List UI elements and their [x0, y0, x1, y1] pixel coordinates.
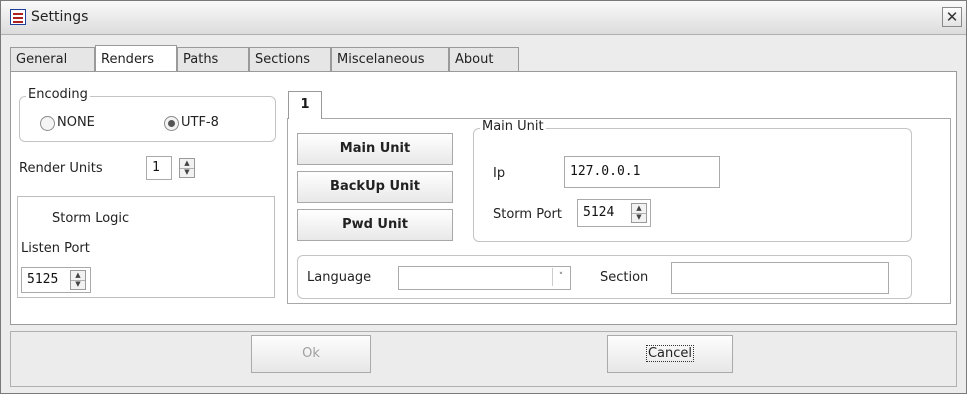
render-units-label: Render Units	[19, 161, 103, 176]
ip-label: Ip	[493, 166, 506, 181]
tab-sections[interactable]: Sections	[249, 47, 331, 71]
tab-general[interactable]: General	[10, 47, 95, 71]
encoding-none-radio[interactable]	[40, 116, 55, 131]
close-icon: ✕	[945, 8, 959, 26]
button-bar: Ok Cancel	[10, 331, 957, 387]
ok-button[interactable]: Ok	[251, 335, 371, 373]
storm-logic-group: Storm Logic Listen Port 5125 ▲ ▼	[17, 196, 275, 298]
storm-port-stepper[interactable]: ▲ ▼	[631, 203, 647, 223]
cancel-button[interactable]: Cancel	[607, 335, 733, 373]
main-unit-legend: Main Unit	[480, 119, 546, 134]
storm-port-label: Storm Port	[493, 207, 562, 222]
encoding-utf8-radio[interactable]	[164, 116, 179, 131]
renders-panel: Encoding NONE UTF-8 Render Units 1 ▲ ▼ S…	[10, 71, 957, 325]
chevron-down-icon[interactable]: ˅	[552, 268, 569, 286]
listen-port-label: Listen Port	[21, 241, 90, 256]
language-select[interactable]: ˅	[398, 266, 571, 290]
unit-tab-1[interactable]: 1	[288, 91, 322, 119]
main-unit-button[interactable]: Main Unit	[297, 133, 453, 165]
close-button[interactable]: ✕	[942, 7, 962, 27]
cancel-label: Cancel	[645, 345, 695, 362]
encoding-group: Encoding NONE UTF-8	[19, 87, 276, 142]
section-input[interactable]	[671, 262, 889, 294]
pwd-unit-button[interactable]: Pwd Unit	[297, 209, 453, 241]
tab-renders[interactable]: Renders	[95, 45, 177, 72]
encoding-none-label: NONE	[57, 115, 95, 130]
storm-logic-title: Storm Logic	[52, 211, 130, 226]
window-title: Settings	[31, 9, 89, 25]
title-bar: Settings ✕	[1, 1, 966, 35]
tab-miscelaneous[interactable]: Miscelaneous	[331, 47, 449, 71]
ip-input[interactable]: 127.0.0.1	[564, 156, 720, 188]
language-section-group: Language ˅ Section	[297, 255, 912, 299]
spin-down-icon[interactable]: ▼	[180, 168, 194, 177]
spin-down-icon[interactable]: ▼	[71, 280, 85, 289]
tab-about[interactable]: About	[449, 47, 519, 71]
listen-port-value: 5125	[27, 272, 59, 287]
main-unit-group: Main Unit Ip 127.0.0.1 Storm Port 5124 ▲…	[473, 119, 912, 242]
listen-port-stepper[interactable]: ▲ ▼	[70, 270, 86, 290]
section-label: Section	[600, 270, 649, 285]
language-label: Language	[307, 270, 372, 285]
encoding-utf8-label: UTF-8	[181, 115, 219, 130]
backup-unit-button[interactable]: BackUp Unit	[297, 171, 453, 203]
spin-down-icon[interactable]: ▼	[632, 213, 646, 222]
settings-window: Settings ✕ General Renders Paths Section…	[0, 0, 967, 394]
encoding-legend: Encoding	[26, 87, 90, 102]
storm-port-value: 5124	[583, 205, 615, 220]
render-units-input[interactable]: 1	[146, 156, 172, 180]
unit-page: Main Unit BackUp Unit Pwd Unit Main Unit…	[287, 118, 951, 304]
tab-paths[interactable]: Paths	[177, 47, 249, 71]
list-icon	[10, 9, 26, 25]
render-units-stepper[interactable]: ▲ ▼	[179, 158, 195, 178]
